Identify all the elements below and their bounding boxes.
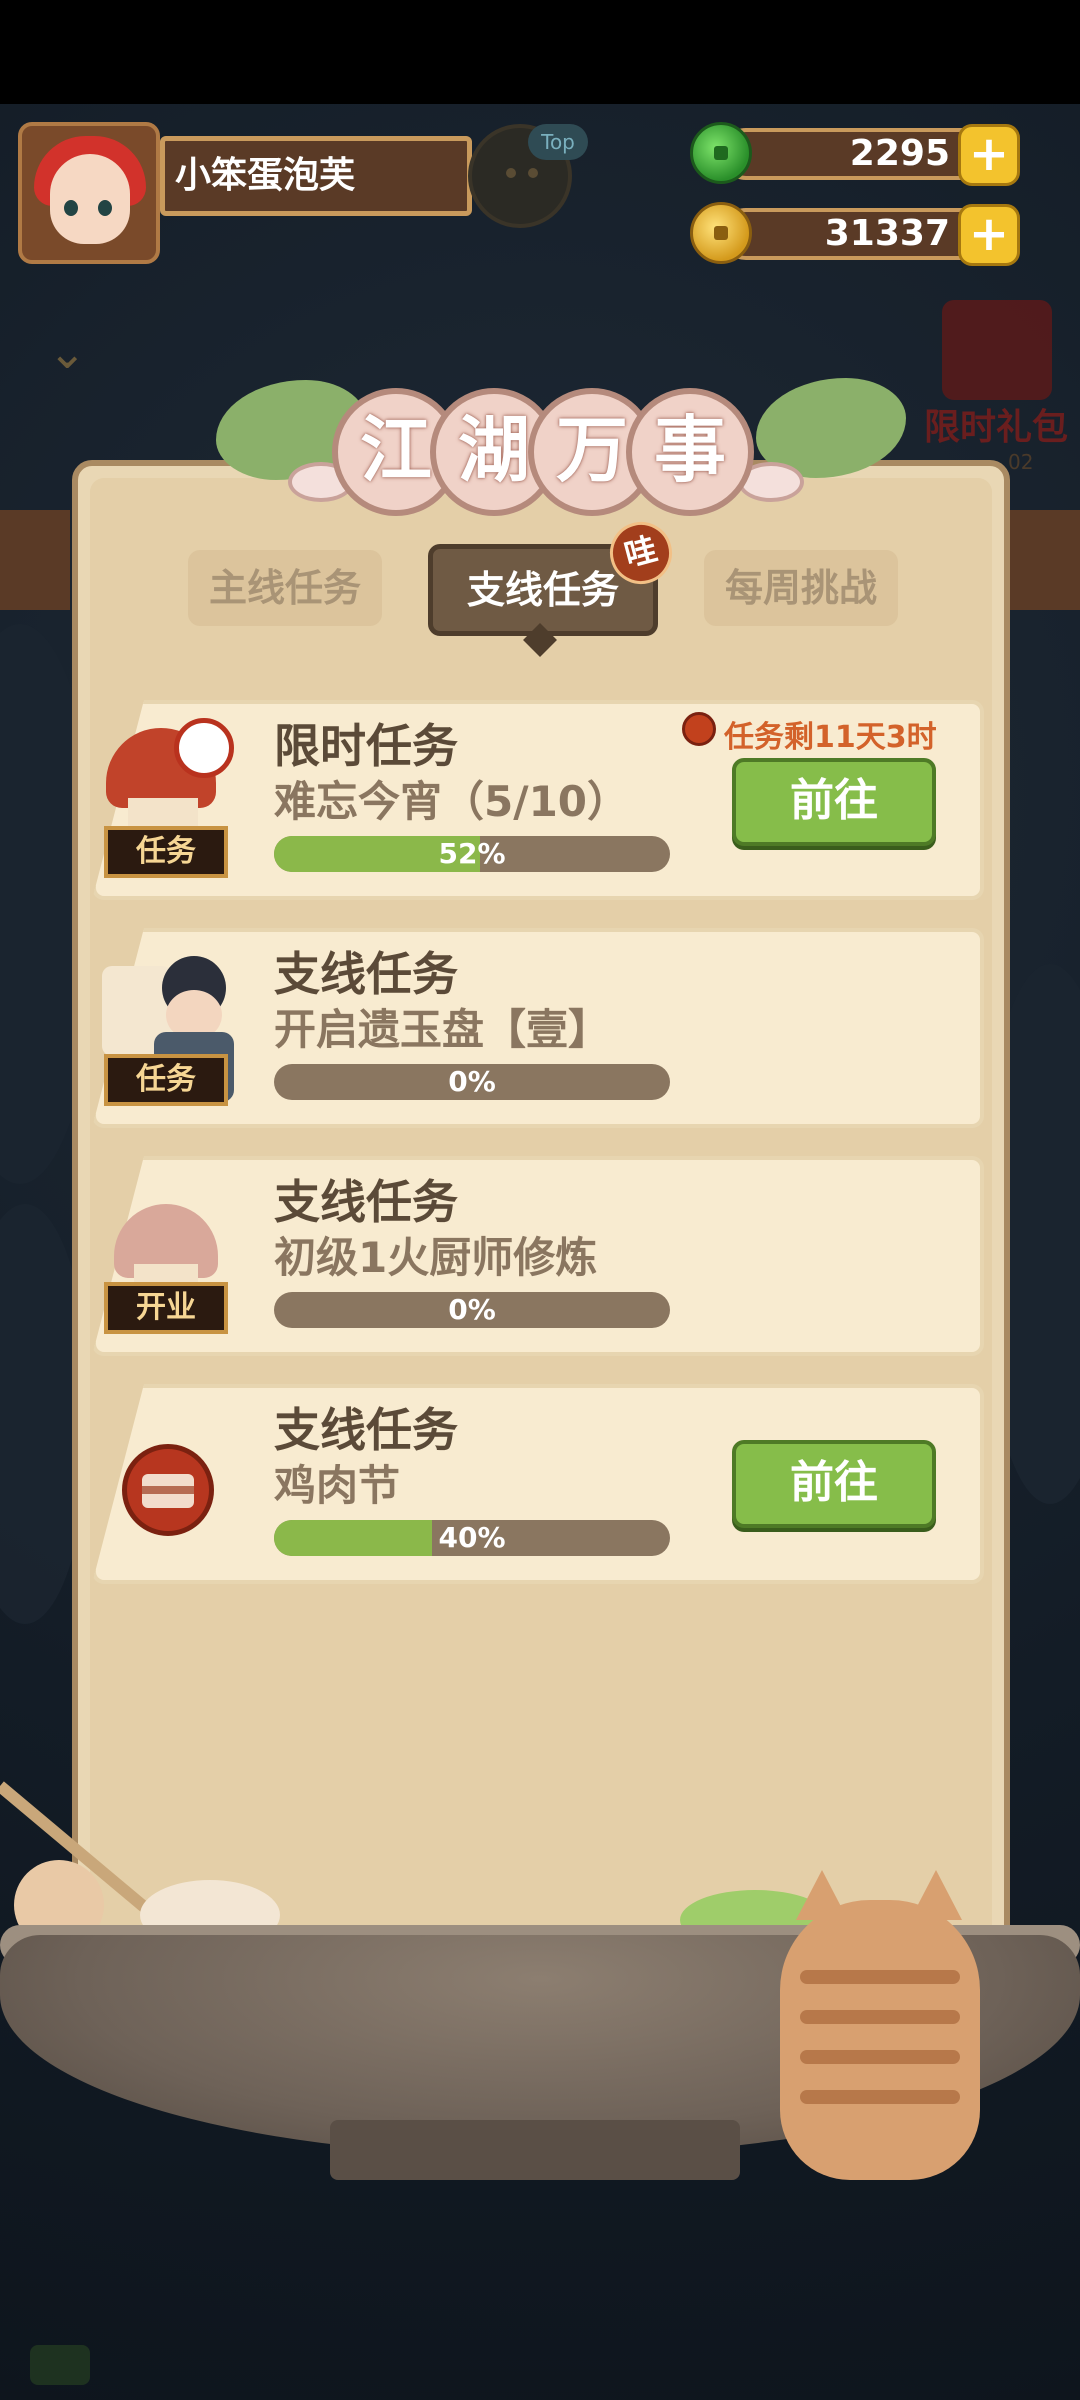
tab-weekly-challenge[interactable]: 每周挑战 [704, 550, 898, 626]
panel-left-edge [0, 510, 70, 610]
task-progress-text: 0% [448, 1065, 496, 1098]
gold-coin-icon [690, 202, 752, 264]
gold-currency: 31337 + [690, 202, 1030, 266]
corner-button[interactable] [30, 2345, 90, 2385]
task-progress-bar: 0% [274, 1292, 670, 1328]
task-subtitle: 鸡肉节 [274, 1461, 401, 1510]
cat-mascot [780, 1870, 980, 2180]
task-subtitle: 初级1火厨师修炼 [274, 1233, 598, 1282]
tab-main-quest[interactable]: 主线任务 [188, 550, 382, 626]
task-progress-bar: 40% [274, 1520, 670, 1556]
status-bar [0, 0, 1080, 104]
task-progress-bar: 0% [274, 1064, 670, 1100]
task-subtitle: 开启遗玉盘【壹】 [274, 1005, 611, 1054]
jade-coin-icon [690, 122, 752, 184]
gold-amount: 31337 [824, 213, 950, 254]
task-card: 任务 支线任务 开启遗玉盘【壹】 0% [92, 928, 984, 1128]
gift-label: 限时礼包 [923, 407, 1068, 448]
task-title: 支线任务 [274, 947, 458, 1001]
gift-timer: 02 [1008, 450, 1034, 474]
task-timer: 任务剩11天3时 [724, 720, 937, 755]
mushroom-shop-icon: 开业 [92, 1164, 242, 1344]
limited-gift-pack[interactable]: 限时礼包 02 [912, 300, 1080, 474]
task-progress-text: 40% [438, 1521, 506, 1554]
task-title: 支线任务 [274, 1403, 458, 1457]
task-card: 任务 限时任务 难忘今宵（5/10） 52% 任务剩11天3时 前往 [92, 700, 984, 900]
task-title: 支线任务 [274, 1175, 458, 1229]
scholar-character-icon: 任务 [92, 936, 242, 1116]
bowl-foot [330, 2120, 740, 2180]
jade-currency: 2295 + [690, 122, 1030, 186]
title-char-4: 事 [626, 388, 754, 516]
alarm-clock-icon [682, 712, 716, 746]
panel-title: 江 湖 万 事 [216, 370, 906, 530]
meat-plate-icon [92, 1392, 242, 1572]
player-name: 小笨蛋泡芙 [160, 136, 472, 216]
mushroom-clock-icon: 任务 [92, 708, 242, 888]
chevron-down-icon[interactable]: ⌄ [48, 329, 108, 375]
task-tag: 任务 [104, 1054, 228, 1106]
jade-amount: 2295 [849, 133, 950, 174]
go-button[interactable]: 前往 [732, 758, 936, 846]
avatar[interactable] [18, 122, 160, 264]
task-tag: 开业 [104, 1282, 228, 1334]
top-badge: Top [528, 124, 588, 160]
task-title: 限时任务 [274, 719, 458, 773]
task-progress-text: 0% [448, 1293, 496, 1326]
task-card: 支线任务 鸡肉节 40% 前往 [92, 1384, 984, 1584]
task-tag: 任务 [104, 826, 228, 878]
panel-right-edge [1010, 510, 1080, 610]
task-progress-text: 52% [438, 837, 506, 870]
add-gold-button[interactable]: + [958, 204, 1020, 266]
go-button[interactable]: 前往 [732, 1440, 936, 1528]
gift-box-icon [942, 300, 1052, 400]
task-card: 开业 支线任务 初级1火厨师修炼 0% [92, 1156, 984, 1356]
task-progress-bar: 52% [274, 836, 670, 872]
task-subtitle: 难忘今宵（5/10） [274, 777, 630, 826]
add-jade-button[interactable]: + [958, 124, 1020, 186]
